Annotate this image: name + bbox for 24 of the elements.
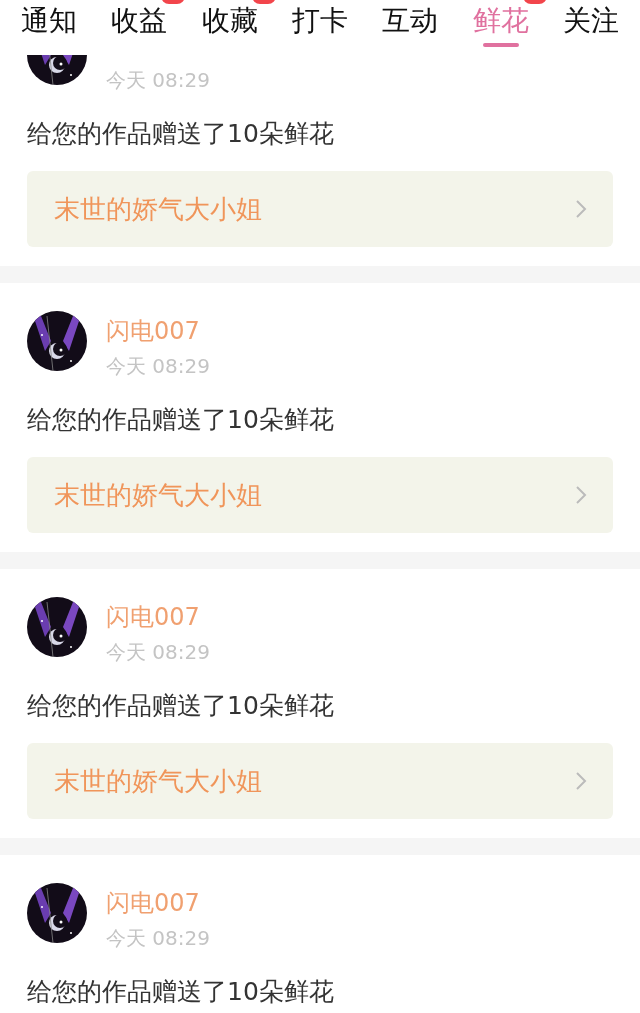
message-text: 给您的作品赠送了10朵鲜花 — [27, 404, 335, 436]
tab[interactable]: 互动 — [382, 0, 439, 53]
chevron-right-icon — [575, 771, 587, 791]
tab[interactable]: 打卡 — [292, 0, 348, 53]
timestamp: 今天 08:29 — [106, 353, 210, 379]
chevron-right-icon — [575, 485, 587, 505]
user-name[interactable]: 闪电007 — [106, 888, 210, 918]
user-name[interactable]: 闪电007 — [106, 602, 210, 632]
message-text: 给您的作品赠送了10朵鲜花 — [27, 976, 335, 1008]
tab[interactable]: 收藏 — [201, 0, 258, 53]
user-name[interactable]: 闪电007 — [106, 316, 210, 346]
timestamp: 今天 08:29 — [106, 639, 210, 665]
tab[interactable]: 通知 — [21, 0, 78, 53]
message-text: 给您的作品赠送了10朵鲜花 — [27, 690, 335, 722]
chevron-right-icon — [575, 199, 587, 219]
tab[interactable]: 收益 — [111, 0, 168, 53]
work-link[interactable]: 末世的娇气大小姐 — [27, 171, 613, 247]
tab[interactable]: 鲜花 — [472, 0, 529, 53]
timestamp: 今天 08:29 — [106, 67, 210, 93]
work-link[interactable]: 末世的娇气大小姐 — [27, 743, 613, 819]
timestamp: 今天 08:29 — [106, 925, 210, 951]
tab[interactable]: 关注 — [562, 0, 619, 53]
message-text: 给您的作品赠送了10朵鲜花 — [27, 118, 335, 150]
work-link[interactable]: 末世的娇气大小姐 — [27, 457, 613, 533]
